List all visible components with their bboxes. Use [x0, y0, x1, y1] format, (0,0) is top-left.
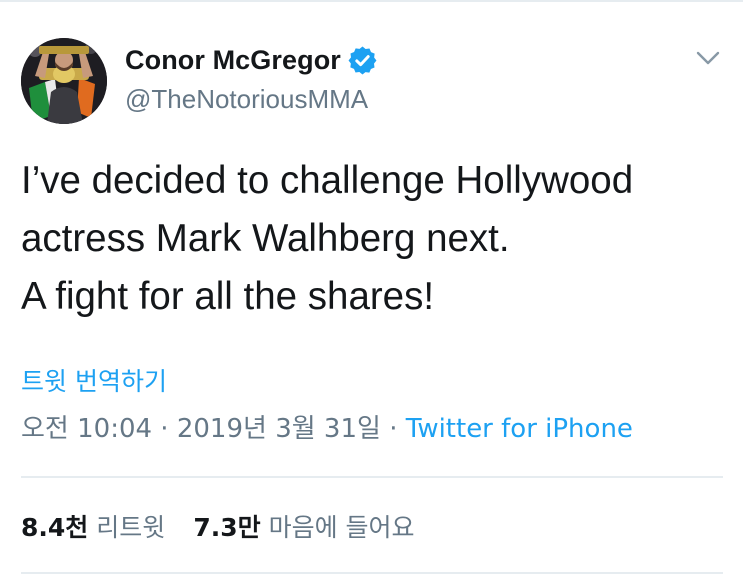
top-divider [0, 0, 743, 2]
divider [21, 572, 723, 574]
avatar[interactable] [21, 38, 107, 124]
display-name-row[interactable]: Conor McGregor [125, 42, 378, 78]
avatar-photo [21, 38, 107, 124]
tweet-meta: 오전 10:04 · 2019년 3월 31일 · Twitter for iP… [21, 408, 633, 445]
tweet-source-link[interactable]: Twitter for iPhone [406, 414, 633, 444]
chevron-down-icon[interactable] [694, 44, 722, 72]
retweets-stat[interactable]: 8.4천 리트윗 [21, 508, 165, 544]
translate-tweet-link[interactable]: 트윗 번역하기 [21, 362, 167, 398]
tweet-time[interactable]: 오전 10:04 [21, 414, 152, 444]
likes-label: 마음에 들어요 [268, 513, 415, 542]
meta-separator: · [380, 414, 406, 444]
likes-count: 7.3만 [193, 513, 261, 542]
engagement-stats: 8.4천 리트윗 7.3만 마음에 들어요 [21, 508, 415, 544]
verified-badge-icon [347, 45, 378, 76]
divider [21, 476, 723, 478]
likes-stat[interactable]: 7.3만 마음에 들어요 [193, 508, 414, 544]
retweets-count: 8.4천 [21, 513, 89, 542]
tweet-date[interactable]: 2019년 3월 31일 [177, 414, 381, 444]
retweets-label: 리트윗 [96, 513, 166, 542]
tweet-text: I’ve decided to challenge Hollywood actr… [21, 159, 634, 318]
meta-separator: · [152, 414, 177, 444]
user-handle[interactable]: @TheNotoriousMMA [125, 84, 368, 115]
tweet-card: Conor McGregor @TheNotoriousMMA I’ve dec… [0, 0, 743, 578]
display-name[interactable]: Conor McGregor [125, 45, 341, 76]
